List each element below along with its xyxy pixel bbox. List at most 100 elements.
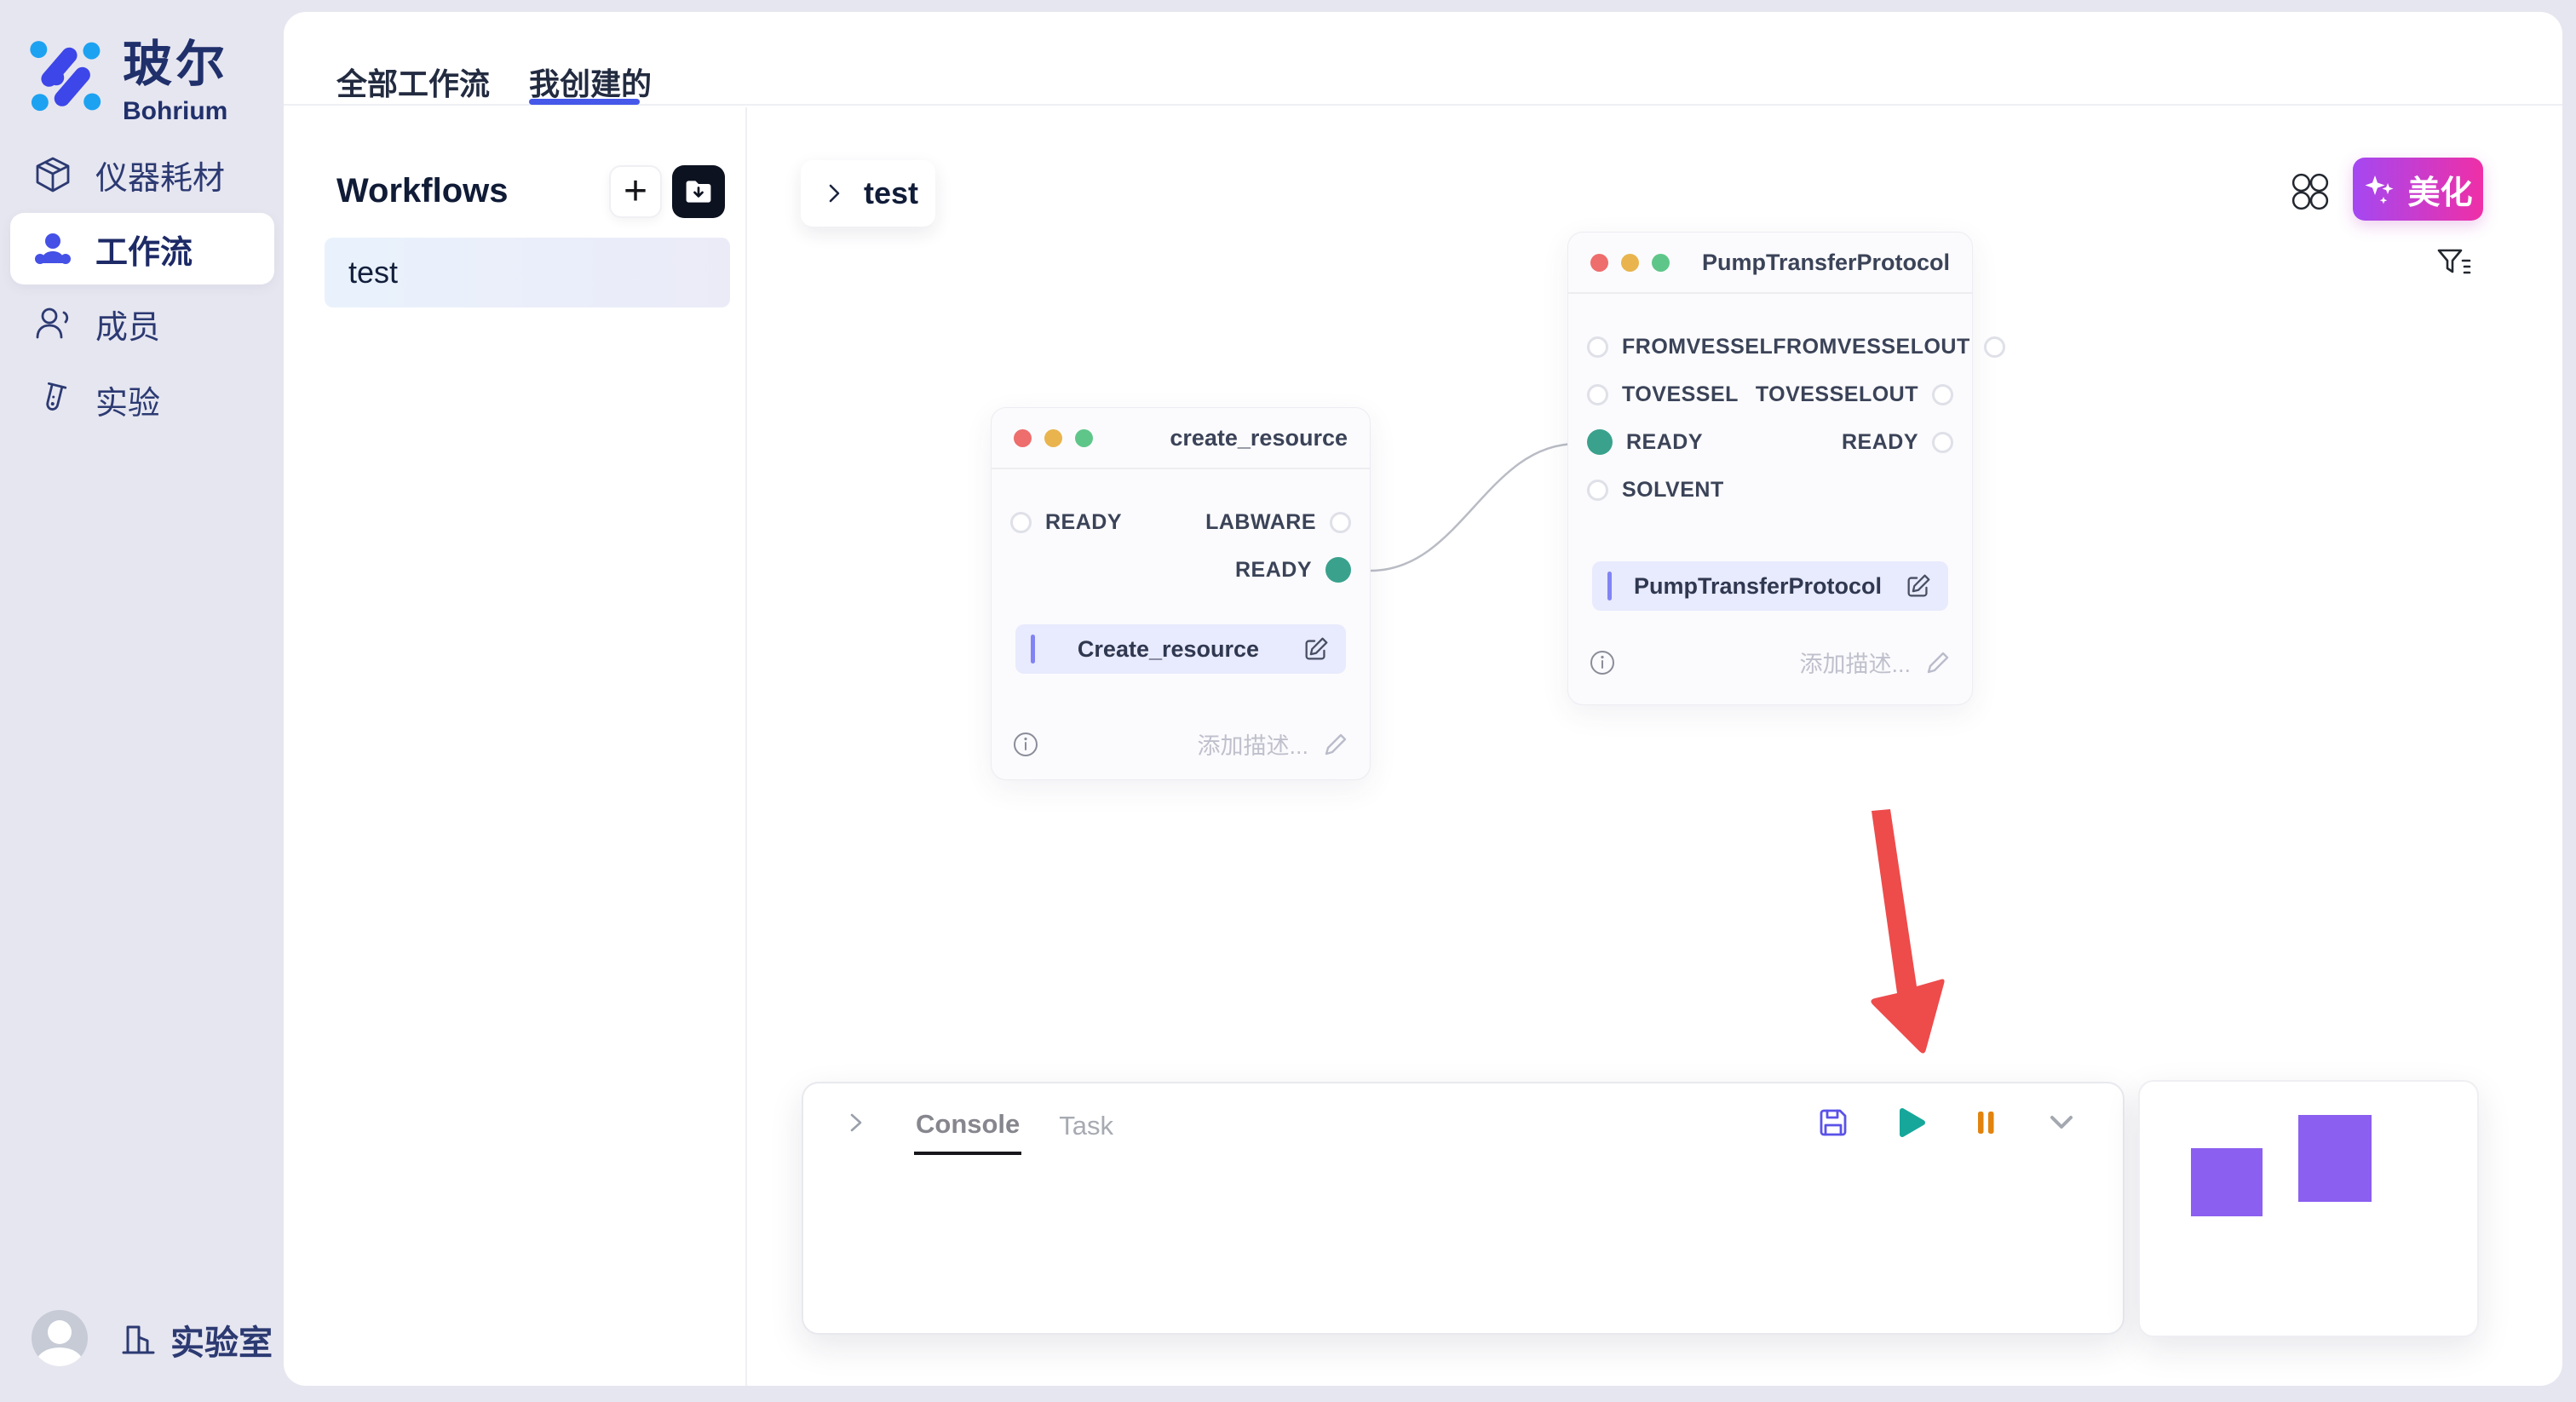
beautify-label: 美化 (2407, 166, 2472, 213)
logo[interactable]: 玻尔 Bohrium (26, 24, 228, 126)
port-label: FROMVESSEL (1622, 335, 1773, 359)
tab-task[interactable]: Task (1057, 1092, 1115, 1153)
node-title: PumpTransferProtocol (1702, 250, 1950, 276)
edit-icon[interactable] (1302, 635, 1331, 664)
node-function-pill[interactable]: PumpTransferProtocol (1592, 561, 1948, 611)
function-name: Create_resource (1035, 636, 1302, 663)
port-label: READY (1235, 558, 1312, 583)
filter-funnel-icon (2433, 244, 2474, 284)
tab-my-created[interactable]: 我创建的 (529, 60, 652, 104)
traffic-dot-amber (1044, 429, 1062, 447)
sidebar-item-members[interactable]: 成员 (10, 288, 274, 359)
sidebar-item-instruments[interactable]: 仪器耗材 (10, 139, 274, 210)
sidebar-item-experiments[interactable]: 实验 (10, 364, 274, 435)
experiment-icon (32, 379, 73, 420)
traffic-dot-amber (1621, 254, 1639, 272)
add-workflow-button[interactable]: + (609, 165, 662, 218)
annotation-arrow (1871, 809, 1944, 1054)
port-label: TOVESSEL (1622, 382, 1739, 407)
add-description[interactable]: 添加描述... (1197, 727, 1349, 761)
description-placeholder: 添加描述... (1197, 727, 1308, 761)
port-label: READY (1842, 430, 1918, 455)
sidebar: 玻尔 Bohrium 仪器耗材 (0, 0, 284, 1402)
panel-divider (745, 107, 747, 1386)
node-pump-transfer-protocol[interactable]: PumpTransferProtocol FROMVESSEL FROMVESS… (1567, 232, 1973, 705)
sparkles-icon (2363, 172, 2397, 206)
node-function-pill[interactable]: Create_resource (1015, 624, 1346, 674)
workflow-list-item-test[interactable]: test (325, 238, 730, 307)
input-port-fromvessel[interactable] (1587, 336, 1608, 358)
port-label: READY (1045, 510, 1122, 535)
info-icon[interactable] (1012, 731, 1039, 758)
members-icon (32, 303, 73, 344)
output-port-fromvesselout[interactable] (1984, 336, 2005, 358)
lab-label: 实验室 (170, 1315, 273, 1365)
node-title: create_resource (1170, 425, 1348, 451)
workflow-tabbar: 全部工作流 我创建的 (284, 12, 2562, 106)
sidebar-footer: 实验室 (0, 1307, 284, 1375)
minimap[interactable] (2138, 1080, 2479, 1337)
description-placeholder: 添加描述... (1799, 646, 1911, 679)
traffic-dot-green (1075, 429, 1093, 447)
pause-icon[interactable] (1971, 1108, 2000, 1137)
pencil-icon (1322, 731, 1349, 758)
port-label: LABWARE (1205, 510, 1316, 535)
output-port-tovesselout[interactable] (1932, 384, 1953, 405)
sidebar-item-label: 实验 (95, 376, 160, 423)
avatar[interactable] (32, 1310, 88, 1366)
filter-button[interactable] (2433, 244, 2474, 284)
sidebar-item-label: 仪器耗材 (95, 152, 225, 198)
add-description[interactable]: 添加描述... (1799, 646, 1952, 679)
workflows-title: Workflows (336, 172, 509, 210)
node-header: PumpTransferProtocol (1568, 233, 1972, 294)
node-create-resource[interactable]: create_resource READY LABWARE R (991, 407, 1371, 780)
console-panel: Console Task (802, 1082, 2125, 1335)
port-label: FROMVESSELOUT (1773, 335, 1970, 359)
save-icon[interactable] (1816, 1106, 1850, 1140)
lab-switcher[interactable]: 实验室 (119, 1315, 273, 1365)
port-label: SOLVENT (1622, 478, 1724, 503)
workflow-icon (32, 228, 73, 269)
traffic-dot-green (1652, 254, 1670, 272)
input-port-solvent[interactable] (1587, 480, 1608, 501)
minimap-node-pump (2298, 1115, 2372, 1202)
breadcrumb[interactable]: test (801, 160, 935, 227)
run-icon[interactable] (1895, 1106, 1927, 1139)
logo-title: 玻尔 (123, 24, 228, 95)
console-expand-icon[interactable] (841, 1108, 870, 1137)
output-port-ready[interactable] (1932, 432, 1953, 453)
chevron-right-icon (821, 181, 847, 206)
input-port-tovessel[interactable] (1587, 384, 1608, 405)
sidebar-item-label: 工作流 (95, 226, 193, 273)
sidebar-item-label: 成员 (95, 301, 160, 348)
input-port-ready-connected[interactable] (1587, 429, 1613, 455)
output-port-labware[interactable] (1330, 512, 1351, 533)
workflow-list-panel: Workflows + test (284, 107, 745, 1386)
output-port-ready-connected[interactable] (1325, 557, 1351, 583)
active-tab-underline (529, 99, 640, 105)
logo-subtitle: Bohrium (123, 97, 228, 126)
tab-console[interactable]: Console (914, 1090, 1021, 1155)
port-label: READY (1626, 430, 1703, 455)
main-card: 全部工作流 我创建的 Workflows + test (284, 12, 2562, 1386)
box-icon (32, 154, 73, 195)
minimap-node-create-resource (2191, 1148, 2263, 1216)
pencil-icon (1924, 649, 1952, 676)
traffic-dot-red (1014, 429, 1032, 447)
command-icon (2291, 172, 2330, 211)
sidebar-item-workflows[interactable]: 工作流 (10, 213, 274, 284)
beautify-button[interactable]: 美化 (2353, 158, 2483, 221)
input-port-ready[interactable] (1010, 512, 1032, 533)
node-connection-edge (1371, 444, 1577, 571)
breadcrumb-label: test (864, 175, 918, 211)
info-icon[interactable] (1589, 649, 1616, 676)
workflow-item-name: test (348, 255, 398, 290)
collapse-chevron-icon[interactable] (2044, 1106, 2079, 1140)
bohrium-workflow-app: 玻尔 Bohrium 仪器耗材 (0, 0, 2576, 1402)
import-workflow-button[interactable] (672, 165, 725, 218)
tab-all-workflows[interactable]: 全部工作流 (336, 60, 490, 104)
edit-icon[interactable] (1904, 572, 1933, 600)
traffic-dot-red (1590, 254, 1608, 272)
command-layout-button[interactable] (2291, 172, 2330, 211)
building-icon (119, 1321, 157, 1359)
